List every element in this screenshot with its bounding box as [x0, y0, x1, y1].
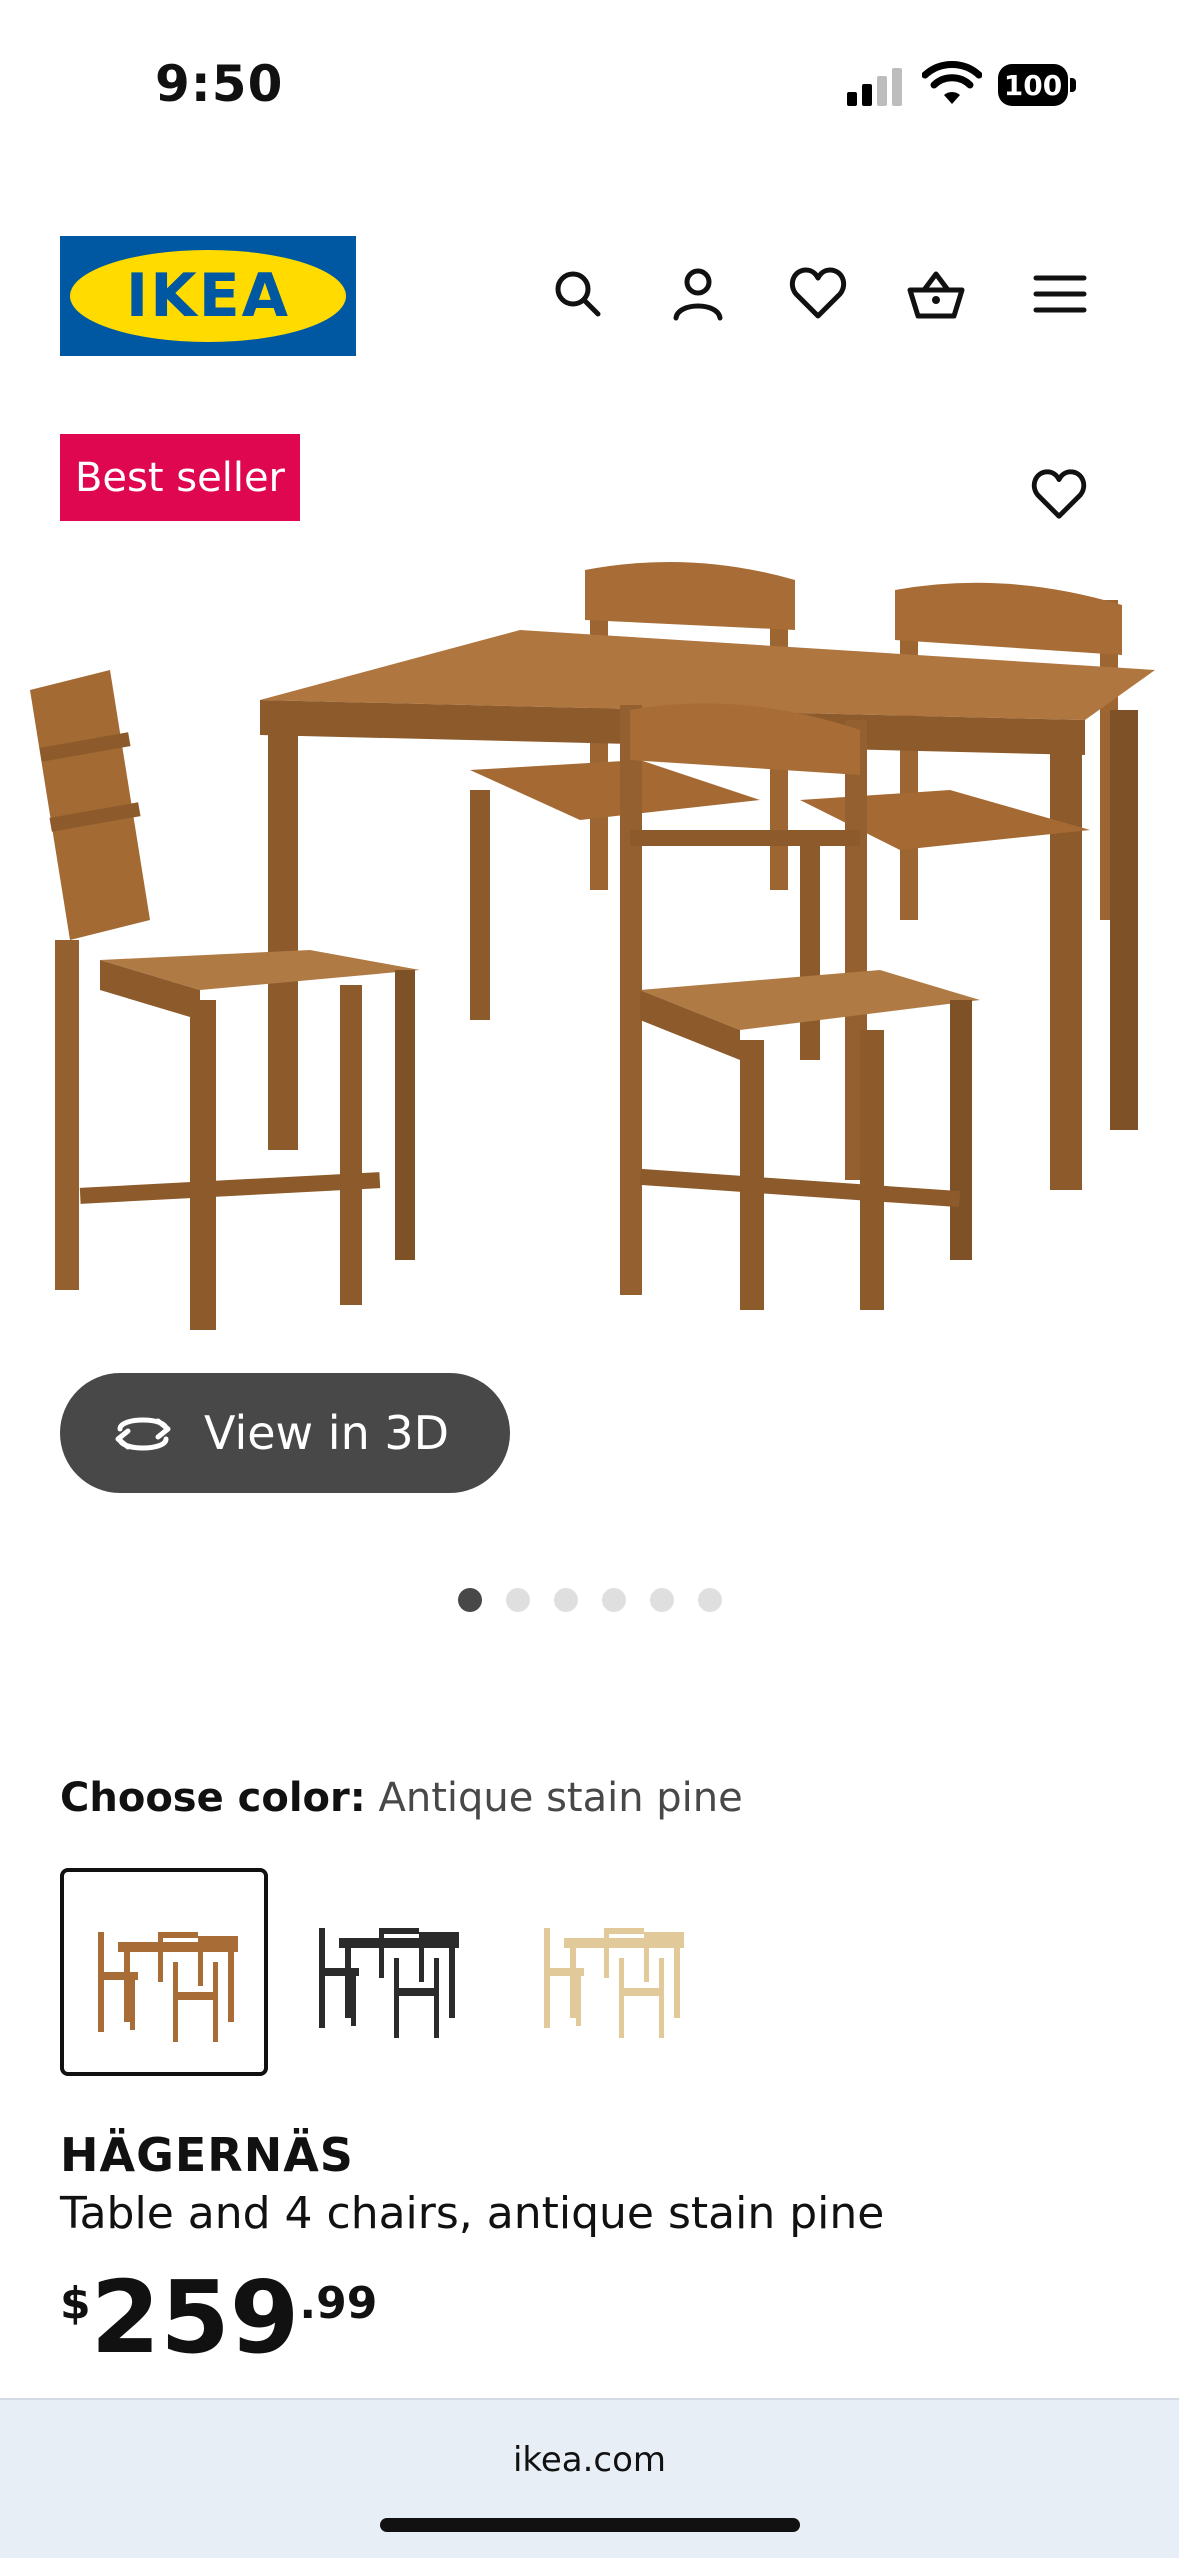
rotate-3d-icon: [115, 1417, 171, 1451]
site-header: IKEA: [0, 236, 1179, 356]
product-name: HÄGERNÄS: [60, 2128, 354, 2182]
wifi-icon: [922, 61, 982, 104]
swatch-antique-stain-pine[interactable]: [60, 1868, 268, 2076]
carousel-dot-3[interactable]: [554, 1588, 578, 1612]
ikea-logo[interactable]: IKEA: [60, 236, 356, 356]
carousel-dot-1[interactable]: [458, 1588, 482, 1612]
product-description: Table and 4 chairs, antique stain pine: [60, 2188, 885, 2239]
battery-level: 100: [998, 64, 1068, 106]
image-carousel-dots: [458, 1588, 722, 1612]
swatch-thumbnail: [98, 1932, 238, 2042]
account-icon[interactable]: [668, 264, 728, 324]
cellular-signal-icon: [847, 68, 902, 106]
swatch-thumbnail: [544, 1928, 684, 2038]
carousel-dot-2[interactable]: [506, 1588, 530, 1612]
basket-icon[interactable]: [906, 264, 966, 324]
choose-color: Choose color: Antique stain pine: [60, 1775, 743, 1821]
carousel-dot-5[interactable]: [650, 1588, 674, 1612]
view-in-3d-button[interactable]: View in 3D: [60, 1373, 510, 1493]
url-text[interactable]: ikea.com: [0, 2440, 1179, 2480]
selected-color-value: Antique stain pine: [378, 1775, 743, 1821]
swatch-thumbnail: [319, 1928, 459, 2038]
carousel-dot-6[interactable]: [698, 1588, 722, 1612]
color-swatches: [60, 1868, 720, 2078]
price-integer: 259: [90, 2259, 300, 2376]
price-decimal: .99: [299, 2278, 378, 2329]
swatch-pine[interactable]: [510, 1868, 718, 2076]
status-time: 9:50: [155, 55, 284, 113]
status-bar: 9:50 100: [0, 0, 1179, 150]
best-seller-badge: Best seller: [60, 434, 300, 521]
home-indicator[interactable]: [380, 2518, 800, 2532]
favorites-icon[interactable]: [788, 264, 848, 324]
choose-color-label: Choose color:: [60, 1775, 366, 1821]
product-price: $ 259 .99: [60, 2268, 377, 2368]
save-to-favorites-icon[interactable]: [1030, 466, 1088, 524]
battery-icon: 100: [998, 64, 1076, 106]
price-currency: $: [60, 2278, 91, 2329]
menu-icon[interactable]: [1030, 264, 1090, 324]
view-in-3d-label: View in 3D: [204, 1406, 450, 1460]
logo-text: IKEA: [125, 261, 291, 331]
swatch-black[interactable]: [285, 1868, 493, 2076]
search-icon[interactable]: [548, 264, 608, 324]
product-image[interactable]: [0, 560, 1179, 1360]
browser-address-bar[interactable]: ikea.com: [0, 2398, 1179, 2558]
carousel-dot-4[interactable]: [602, 1588, 626, 1612]
